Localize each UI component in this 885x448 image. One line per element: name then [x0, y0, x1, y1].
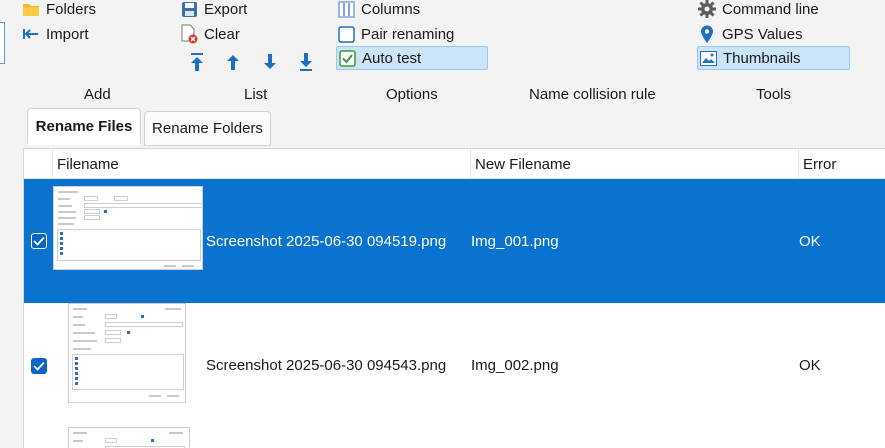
- clear-button[interactable]: Clear: [180, 23, 240, 45]
- auto-test-label: Auto test: [362, 49, 422, 67]
- folder-icon: [22, 0, 40, 18]
- row-checkbox[interactable]: [31, 233, 47, 249]
- columns-label: Columns: [361, 0, 421, 18]
- move-up-icon: [227, 55, 239, 70]
- move-down-icon: [264, 54, 276, 69]
- gps-values-label: GPS Values: [722, 25, 803, 43]
- columns-icon: [337, 0, 355, 18]
- thumbnail-image: [68, 427, 190, 448]
- export-label: Export: [204, 0, 248, 18]
- location-pin-icon: [698, 25, 716, 43]
- column-header-error[interactable]: Error: [798, 149, 885, 179]
- error-cell: OK: [799, 232, 821, 250]
- import-button[interactable]: Import: [22, 23, 89, 45]
- pair-renaming-label: Pair renaming: [361, 25, 455, 43]
- move-bottom-icon: [300, 53, 312, 71]
- grid-header: Filename New Filename Error: [24, 149, 885, 179]
- check-icon: [33, 236, 45, 246]
- check-icon: [33, 361, 45, 371]
- thumbnail-image: [53, 186, 203, 270]
- table-row[interactable]: [24, 427, 885, 448]
- gps-values-button[interactable]: GPS Values: [698, 23, 803, 45]
- new-filename-cell: Img_001.png: [471, 232, 559, 250]
- clear-label: Clear: [204, 25, 240, 43]
- export-button[interactable]: Export: [180, 0, 247, 20]
- row-checkbox[interactable]: [31, 358, 47, 374]
- move-bottom-button[interactable]: [297, 52, 315, 72]
- thumbnails-toggle[interactable]: Thumbnails: [697, 46, 850, 70]
- new-filename-cell: Img_002.png: [471, 356, 559, 374]
- tab-rename-folders[interactable]: Rename Folders: [144, 111, 271, 146]
- group-label-list: List: [244, 86, 268, 103]
- import-label: Import: [46, 25, 89, 43]
- filename-cell: Screenshot 2025-06-30 094519.png: [206, 232, 447, 250]
- folders-button[interactable]: Folders: [22, 0, 96, 20]
- error-cell: OK: [799, 356, 821, 374]
- table-row[interactable]: Screenshot 2025-06-30 094519.png Img_001…: [24, 179, 885, 303]
- move-top-icon: [191, 53, 203, 71]
- group-label-add: Add: [84, 86, 111, 103]
- column-header-filename[interactable]: Filename: [52, 149, 470, 179]
- group-label-name-collision-rule: Name collision rule: [529, 86, 656, 103]
- checked-checkbox-icon: [338, 49, 356, 67]
- export-icon: [180, 0, 198, 18]
- tab-rename-files[interactable]: Rename Files: [27, 108, 141, 145]
- files-grid: Filename New Filename Error Screenshot 2…: [23, 148, 885, 448]
- checkbox-icon: [337, 25, 355, 43]
- ribbon: Folders Import Export Clear Columns Pair…: [0, 0, 885, 108]
- columns-button[interactable]: Columns: [337, 0, 420, 20]
- command-line-button[interactable]: Command line: [698, 0, 819, 20]
- group-label-options: Options: [386, 86, 438, 103]
- tab-strip: Rename Files Rename Folders: [0, 108, 885, 148]
- clear-icon: [180, 24, 198, 44]
- folders-label: Folders: [46, 0, 97, 18]
- filename-cell: Screenshot 2025-06-30 094543.png: [206, 356, 447, 374]
- move-up-button[interactable]: [224, 52, 242, 72]
- command-line-label: Command line: [722, 0, 819, 18]
- thumbnail-image: [68, 303, 186, 403]
- image-icon: [699, 49, 717, 67]
- group-label-tools: Tools: [756, 86, 792, 103]
- column-header-new-filename[interactable]: New Filename: [470, 149, 798, 179]
- panel-edge: [0, 22, 5, 64]
- pair-renaming-toggle[interactable]: Pair renaming: [337, 23, 454, 45]
- move-top-button[interactable]: [188, 52, 206, 72]
- thumbnails-label: Thumbnails: [723, 49, 801, 67]
- table-row[interactable]: Screenshot 2025-06-30 094543.png Img_002…: [24, 303, 885, 427]
- import-icon: [22, 25, 40, 43]
- move-down-button[interactable]: [261, 52, 279, 72]
- gear-icon: [698, 0, 716, 18]
- auto-test-toggle[interactable]: Auto test: [336, 46, 488, 70]
